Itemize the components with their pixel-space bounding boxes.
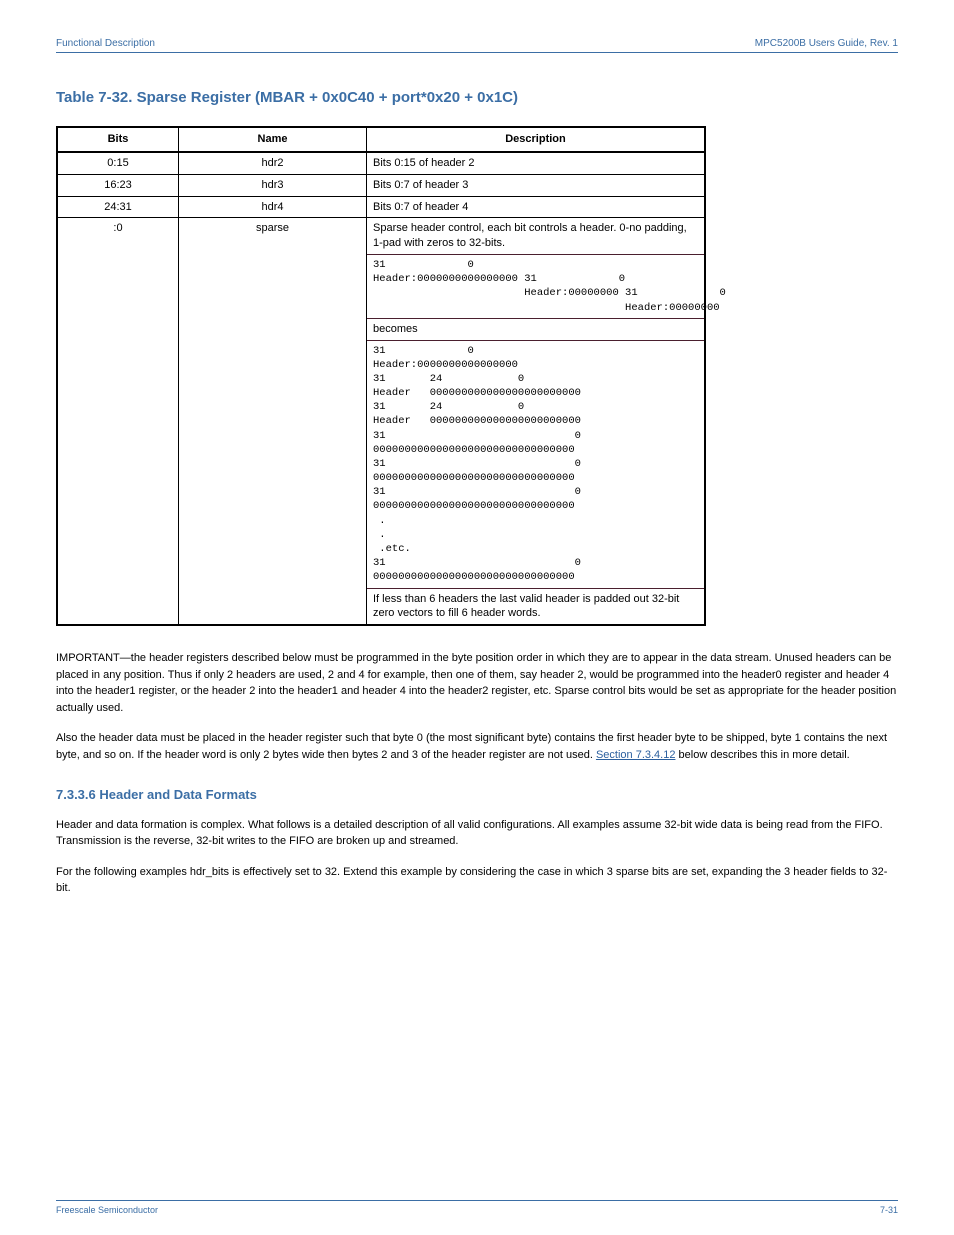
cell-desc: Bits 0:7 of header 4 [367,196,706,218]
header-left: Functional Description [56,38,155,49]
col-header-desc: Description [367,127,706,152]
cell-bits: :0 [57,218,179,625]
footer-page-number: 7-31 [880,1205,898,1215]
paragraph: Header and data formation is complex. Wh… [56,817,898,850]
cell-name: hdr3 [179,174,367,196]
sparse-trailer: If less than 6 headers the last valid he… [367,589,704,625]
cell-bits: 0:15 [57,152,179,174]
cell-name: hdr4 [179,196,367,218]
header-right: MPC5200B Users Guide, Rev. 1 [755,38,898,49]
table-title: Table 7-32. Sparse Register (MBAR + 0x0C… [56,89,898,106]
cell-bits: 24:31 [57,196,179,218]
paragraph: Also the header data must be placed in t… [56,730,898,763]
sparse-diagram-2: 31 0 Header:0000000000000000 31 24 0 Hea… [373,344,698,585]
subsection-heading: 7.3.3.6 Header and Data Formats [56,785,898,805]
sparse-diagram-1: 31 0 Header:0000000000000000 31 0 Header… [373,258,698,315]
page-header: Functional Description MPC5200B Users Gu… [56,38,898,53]
cell-name: sparse [179,218,367,625]
paragraph: IMPORTANT—the header registers described… [56,650,898,716]
table-row-sparse: :0 sparse Sparse header control, each bi… [57,218,705,625]
col-header-name: Name [179,127,367,152]
col-header-bits: Bits [57,127,179,152]
register-table: Bits Name Description 0:15 hdr2 Bits 0:1… [56,126,706,626]
sparse-intro: Sparse header control, each bit controls… [367,218,704,255]
cell-desc: Bits 0:15 of header 2 [367,152,706,174]
cell-desc: Bits 0:7 of header 3 [367,174,706,196]
sparse-mid: becomes [367,319,704,341]
cell-desc-sparse: Sparse header control, each bit controls… [367,218,706,625]
table-row: 16:23 hdr3 Bits 0:7 of header 3 [57,174,705,196]
cross-reference-link[interactable]: Section 7.3.4.12 [596,749,676,761]
table-row: 24:31 hdr4 Bits 0:7 of header 4 [57,196,705,218]
table-row: 0:15 hdr2 Bits 0:15 of header 2 [57,152,705,174]
footer-left: Freescale Semiconductor [56,1205,158,1215]
cell-name: hdr2 [179,152,367,174]
paragraph: For the following examples hdr_bits is e… [56,864,898,897]
para2b: below describes this in more detail. [675,749,849,761]
cell-bits: 16:23 [57,174,179,196]
page-footer: Freescale Semiconductor 7-31 [56,1200,898,1215]
